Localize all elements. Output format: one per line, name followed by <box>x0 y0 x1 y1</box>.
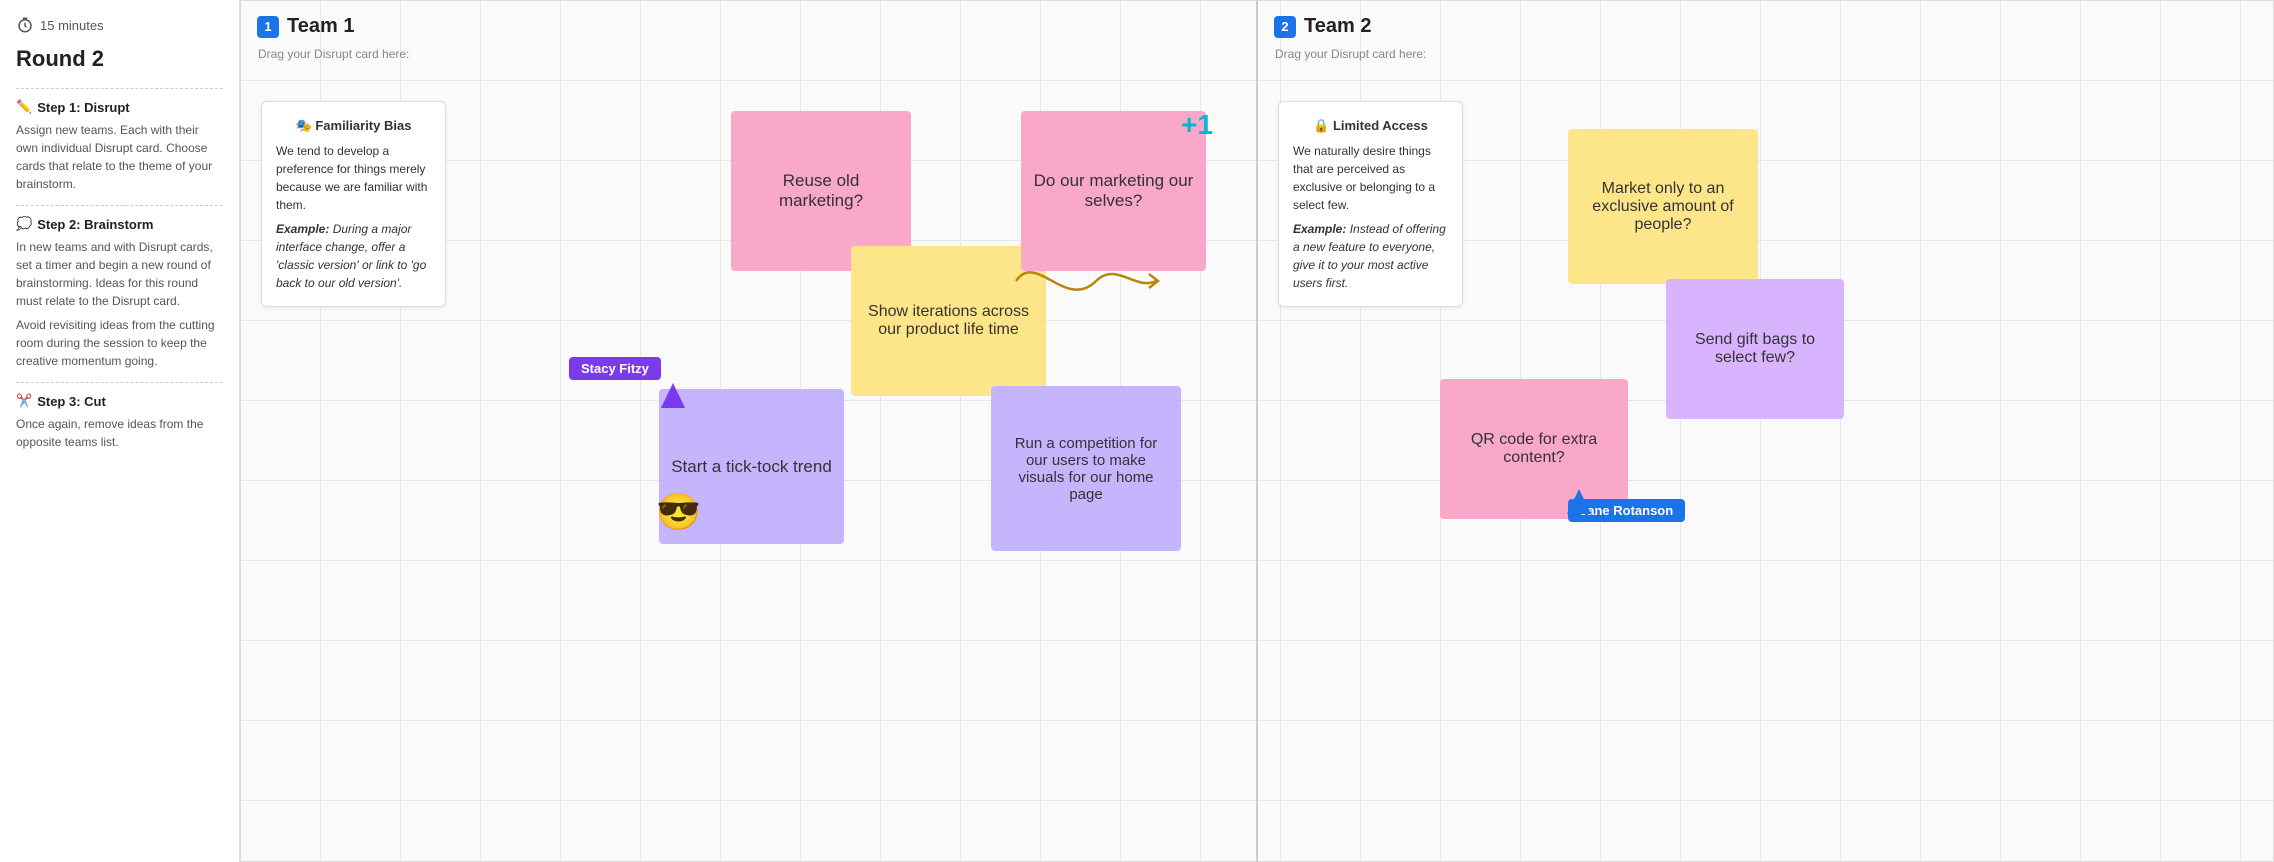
team2-drop-label[interactable]: Drag your Disrupt card here: <box>1258 46 2273 70</box>
team1-drop-label[interactable]: Drag your Disrupt card here: <box>241 46 1256 70</box>
team1-emoji: 😎 <box>656 491 701 533</box>
step3-body: Once again, remove ideas from the opposi… <box>16 415 223 451</box>
team1-card-example: Example: During a major interface change… <box>276 220 431 292</box>
step2-title: 💭 Step 2: Brainstorm <box>16 216 223 232</box>
timer-row: 15 minutes <box>16 16 223 34</box>
team1-disrupt-card[interactable]: 🎭 Familiarity Bias We tend to develop a … <box>261 101 446 307</box>
sidebar: 15 minutes Round 2 ✏️ Step 1: Disrupt As… <box>0 0 240 862</box>
stacy-cursor <box>661 383 691 413</box>
team1-header: 1 Team 1 <box>241 1 1256 46</box>
step3-section: ✂️ Step 3: Cut Once again, remove ideas … <box>16 382 223 451</box>
team1-card-title: 🎭 Familiarity Bias <box>276 116 431 136</box>
team2-sticky-3[interactable]: QR code for extra content? <box>1440 379 1628 519</box>
teams-container: 1 Team 1 Drag your Disrupt card here: 🎭 … <box>240 0 2274 862</box>
step2-body: In new teams and with Disrupt cards, set… <box>16 238 223 370</box>
team1-card-body: We tend to develop a preference for thin… <box>276 142 431 214</box>
main-canvas: 1 Team 1 Drag your Disrupt card here: 🎭 … <box>240 0 2274 862</box>
step2-icon: 💭 <box>16 216 32 232</box>
team1-badge: 1 <box>257 16 279 38</box>
team1-sticky-5[interactable]: Run a competition for our users to make … <box>991 386 1181 551</box>
jane-cursor <box>1561 489 1591 519</box>
timer-label: 15 minutes <box>40 18 104 33</box>
timer-icon <box>16 16 34 34</box>
team2-disrupt-card[interactable]: 🔒 Limited Access We naturally desire thi… <box>1278 101 1463 307</box>
team1-plus-badge: +1 <box>1181 109 1213 141</box>
step3-icon: ✂️ <box>16 393 32 409</box>
round-title: Round 2 <box>16 46 223 72</box>
step1-icon: ✏️ <box>16 99 32 115</box>
team2-header: 2 Team 2 <box>1258 1 2273 46</box>
team1-name: Team 1 <box>287 15 354 38</box>
step1-section: ✏️ Step 1: Disrupt Assign new teams. Eac… <box>16 88 223 193</box>
team2-name: Team 2 <box>1304 15 1371 38</box>
step3-title: ✂️ Step 3: Cut <box>16 393 223 409</box>
step2-section: 💭 Step 2: Brainstorm In new teams and wi… <box>16 205 223 370</box>
team2-sticky-1[interactable]: Market only to an exclusive amount of pe… <box>1568 129 1758 284</box>
team1-user-badge: Stacy Fitzy <box>569 357 661 380</box>
team2-panel: 2 Team 2 Drag your Disrupt card here: 🔒 … <box>1258 0 2274 862</box>
team1-panel: 1 Team 1 Drag your Disrupt card here: 🎭 … <box>240 0 1258 862</box>
step1-title: ✏️ Step 1: Disrupt <box>16 99 223 115</box>
team2-sticky-2[interactable]: Send gift bags to select few? <box>1666 279 1844 419</box>
team2-card-title: 🔒 Limited Access <box>1293 116 1448 136</box>
team2-badge: 2 <box>1274 16 1296 38</box>
team1-sticky-2[interactable]: Show iterations across our product life … <box>851 246 1046 396</box>
team2-card-example: Example: Instead of offering a new featu… <box>1293 220 1448 292</box>
team1-sticky-3[interactable]: Do our marketing our selves? <box>1021 111 1206 271</box>
step1-body: Assign new teams. Each with their own in… <box>16 121 223 193</box>
team2-card-body: We naturally desire things that are perc… <box>1293 142 1448 214</box>
